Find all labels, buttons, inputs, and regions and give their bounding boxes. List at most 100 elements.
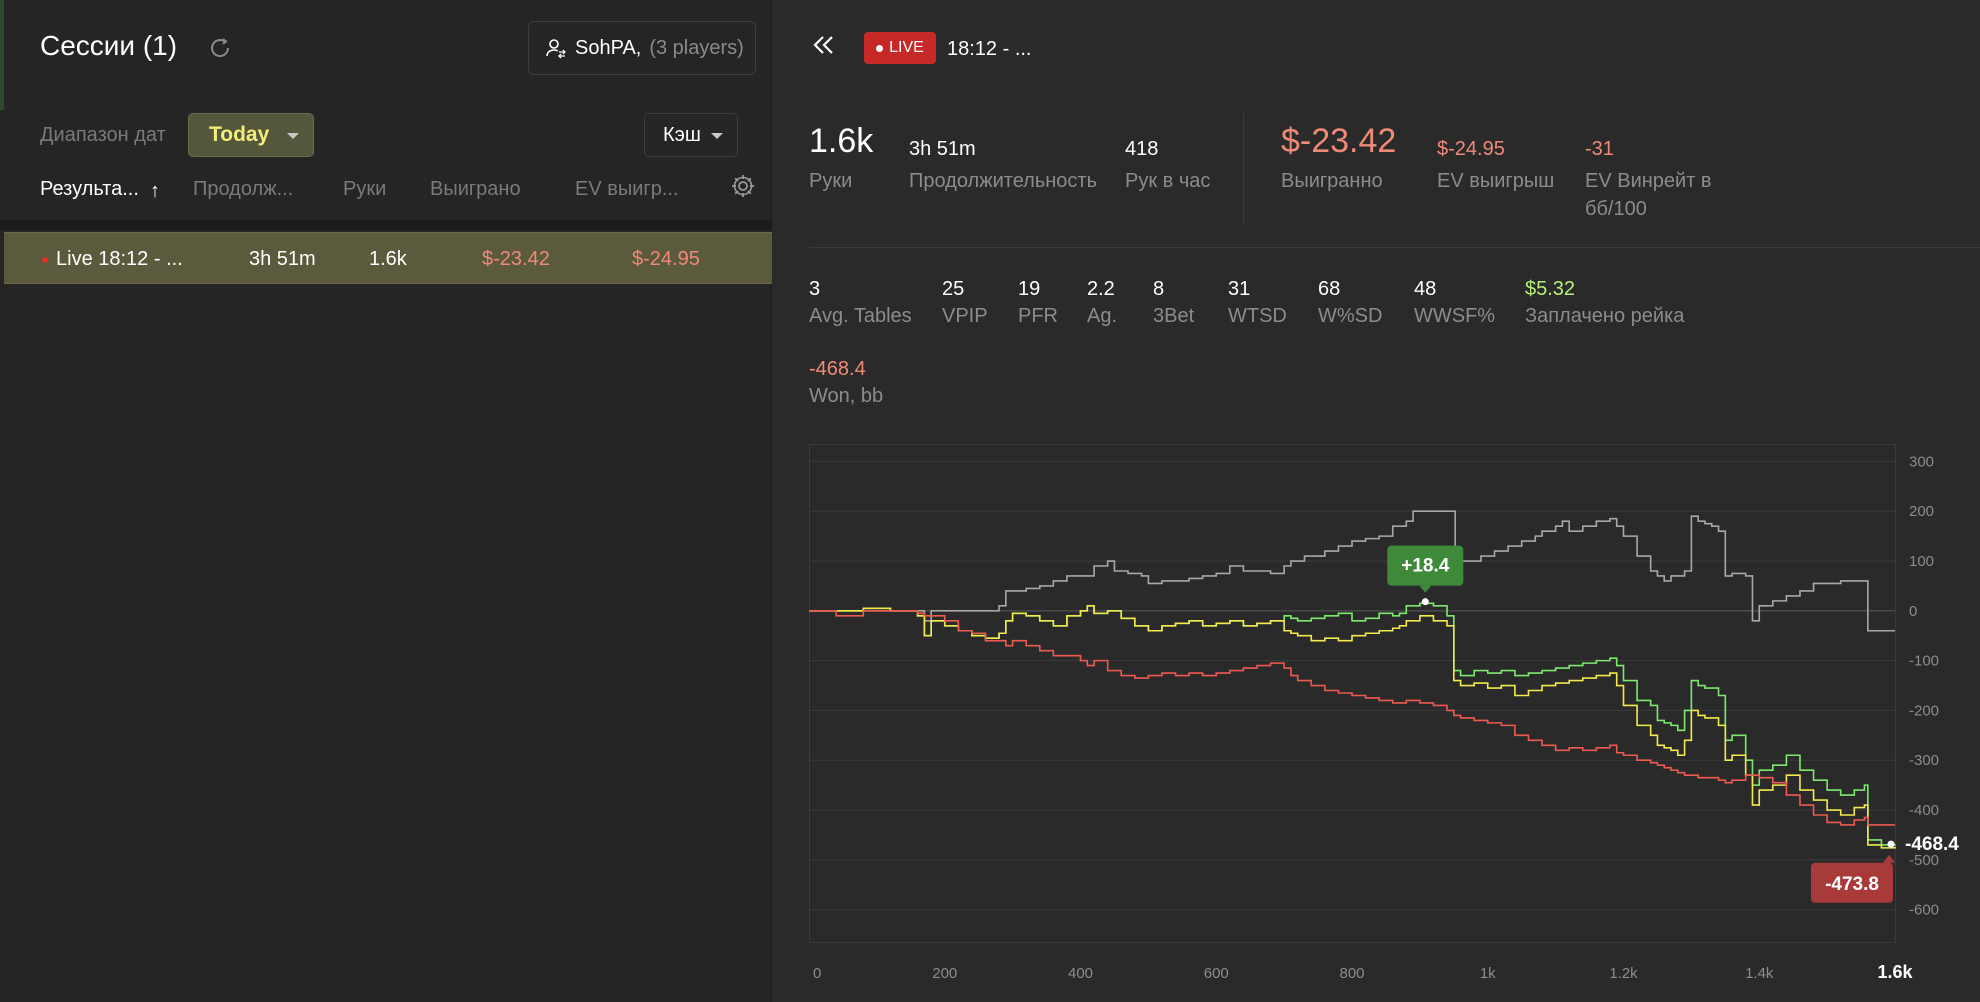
stat-label: EV выигрыш xyxy=(1437,170,1555,192)
winnings-chart[interactable]: 300 200 100 0 -100 -200 -300 -400 -500 -600 0 200 40… xyxy=(809,444,1980,1002)
column-header-duration[interactable]: Продолж... xyxy=(193,178,293,201)
column-header-won[interactable]: Выиграно xyxy=(430,178,521,201)
stat-label: W%SD xyxy=(1318,305,1383,327)
date-range-value: Today xyxy=(209,123,270,146)
chart-x-tick-label: 0 xyxy=(813,965,821,982)
app-root: Сессии (1) SohPA, (3 players) Диапазон д… xyxy=(0,0,1980,1002)
column-header-ev-won[interactable]: EV выигр... xyxy=(575,178,679,201)
refresh-icon[interactable] xyxy=(206,34,234,62)
stat-value: $-23.42 xyxy=(1281,122,1397,160)
chevron-down-icon xyxy=(287,133,299,139)
chart-y-tick-label: 0 xyxy=(1909,603,1917,620)
live-badge: LIVE xyxy=(864,32,936,64)
chart-y-tick-label: -200 xyxy=(1909,702,1939,719)
stat-value: 418 xyxy=(1125,138,1159,160)
players-count: (3 players) xyxy=(649,36,744,59)
game-type-dropdown[interactable]: Кэш xyxy=(644,113,738,157)
stat-pfr: 19 PFR xyxy=(1018,278,1058,328)
stat-label: 3Bet xyxy=(1153,305,1195,327)
sessions-title: Сессии (1) xyxy=(40,30,178,61)
stat-value: 3 xyxy=(809,278,821,300)
game-type-value: Кэш xyxy=(663,123,701,146)
session-won: $-23.42 xyxy=(482,248,550,270)
players-filter-button[interactable]: SohPA, (3 players) xyxy=(528,21,756,75)
date-range-dropdown[interactable]: Today xyxy=(188,113,314,157)
stat-ev-winrate: -31 EV Винрейт в бб/100 xyxy=(1585,126,1712,223)
gear-icon[interactable] xyxy=(730,173,756,199)
date-range-label: Диапазон дат xyxy=(40,124,166,146)
chart-y-tick-label: -100 xyxy=(1909,653,1939,670)
table-divider xyxy=(0,220,772,230)
chart-x-tick-label: 800 xyxy=(1339,965,1364,982)
stat-label: PFR xyxy=(1018,305,1058,327)
chart-y-tick-label: 200 xyxy=(1909,503,1934,520)
session-hands: 1.6k xyxy=(369,248,407,270)
stat-value: 3h 51m xyxy=(909,138,976,160)
stats-divider xyxy=(809,247,1980,248)
stat-avg-tables: 3 Avg. Tables xyxy=(809,278,912,328)
stat-value: -31 xyxy=(1585,138,1614,160)
stat-label: VPIP xyxy=(942,305,988,327)
chart-y-tick-label: -600 xyxy=(1909,902,1939,919)
stat-value: 19 xyxy=(1018,278,1041,300)
stat-value: $5.32 xyxy=(1525,278,1576,300)
column-header-hands[interactable]: Руки xyxy=(343,178,386,201)
chart-x-tick-label: 1.6k xyxy=(1877,962,1913,982)
stat-value: 48 xyxy=(1414,278,1437,300)
stat-won-bb: -468.4 Won, bb xyxy=(809,358,883,408)
chart-y-tick-label: 100 xyxy=(1909,553,1934,570)
stat-value: 25 xyxy=(942,278,965,300)
stat-wsd: 68 W%SD xyxy=(1318,278,1382,328)
stat-value: 68 xyxy=(1318,278,1341,300)
live-dot-icon xyxy=(876,44,884,52)
stat-wwsf: 48 WWSF% xyxy=(1414,278,1495,328)
stat-label: Won, bb xyxy=(809,385,884,407)
stat-label: Заплачено рейка xyxy=(1525,305,1685,327)
stat-value: 2.2 xyxy=(1087,278,1115,300)
stat-label: Avg. Tables xyxy=(809,305,912,327)
stat-value: -468.4 xyxy=(809,358,866,380)
column-header-result[interactable]: Результа... xyxy=(40,178,139,201)
chart-peak-pointer xyxy=(1419,585,1432,593)
session-name: Live 18:12 - ... xyxy=(56,248,183,270)
stat-label: Выигранно xyxy=(1281,170,1383,192)
stat-label: Рук в час xyxy=(1125,170,1211,192)
chart-y-tick-label: -400 xyxy=(1909,802,1939,819)
live-label: LIVE xyxy=(889,39,924,56)
winnings-chart-svg: 3002001000-100-200-300-400-500-6000 200 40… xyxy=(809,444,1959,982)
chart-peak-point xyxy=(1421,598,1429,606)
live-dot-icon xyxy=(42,257,48,263)
stat-value: 31 xyxy=(1228,278,1251,300)
session-detail-panel: LIVE 18:12 - ... 1.6k Руки 3h 51m Продол… xyxy=(773,0,1980,1002)
stat-3bet: 8 3Bet xyxy=(1153,278,1194,328)
table-row[interactable]: Live 18:12 - ... 3h 51m 1.6k $-23.42 $-2… xyxy=(4,232,772,284)
chart-end-point xyxy=(1887,840,1895,848)
stat-label: EV Винрейт в бб/100 xyxy=(1585,167,1712,223)
stat-label: WTSD xyxy=(1228,305,1287,327)
user-swap-icon xyxy=(546,39,566,59)
chart-y-tick-label: 300 xyxy=(1909,453,1934,470)
stat-won: $-23.42 Выигранно xyxy=(1281,122,1396,195)
session-time: 18:12 - ... xyxy=(947,38,1032,60)
chart-x-tick-label: 200 xyxy=(932,965,957,982)
chart-peak-label: +18.4 xyxy=(1401,556,1450,577)
chart-ev-end-label: -473.8 xyxy=(1825,874,1879,895)
stat-aggression: 2.2 Ag. xyxy=(1087,278,1117,328)
stats-separator xyxy=(1243,114,1244,224)
session-duration: 3h 51m xyxy=(249,248,316,270)
stat-label: Продолжительность xyxy=(909,170,1097,192)
stat-label: WWSF% xyxy=(1414,305,1496,327)
stat-label: Руки xyxy=(809,170,853,192)
chart-end-label: -468.4 xyxy=(1905,834,1959,855)
chart-y-tick-label: -300 xyxy=(1909,752,1939,769)
chart-x-tick-label: 600 xyxy=(1204,965,1229,982)
chart-series-line xyxy=(809,610,1895,826)
players-name: SohPA, xyxy=(575,36,642,59)
chart-x-tick-label: 1k xyxy=(1480,965,1496,982)
sort-ascending-icon[interactable]: ↑ xyxy=(150,180,160,203)
sessions-panel: Сессии (1) SohPA, (3 players) Диапазон д… xyxy=(0,0,772,1002)
double-chevron-left-icon[interactable] xyxy=(811,34,837,56)
stat-hands: 1.6k Руки xyxy=(809,122,873,195)
chart-x-tick-label: 1.2k xyxy=(1609,965,1638,982)
stat-value: 1.6k xyxy=(809,122,874,160)
